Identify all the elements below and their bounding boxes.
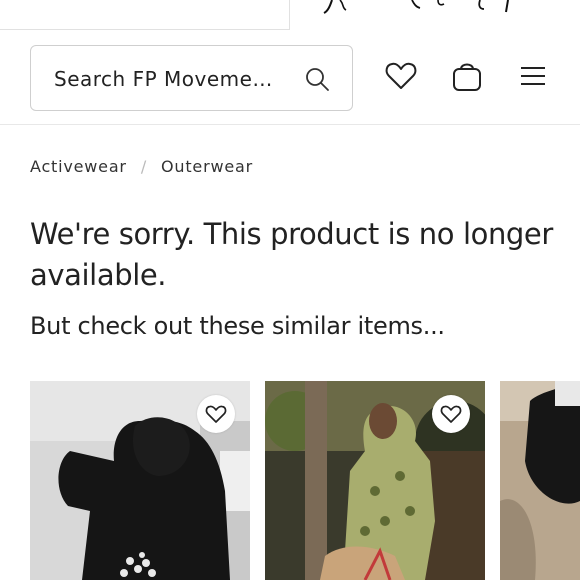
search-placeholder: Search FP Moveme…: [54, 67, 273, 91]
breadcrumb-item-activewear[interactable]: Activewear: [30, 157, 127, 176]
breadcrumb-separator: /: [140, 157, 148, 176]
breadcrumb: Activewear / Outerwear: [30, 157, 253, 176]
brand-logo[interactable]: [320, 0, 560, 14]
wishlist-icon[interactable]: [384, 59, 418, 93]
search-icon[interactable]: [304, 66, 330, 92]
bag-icon[interactable]: [450, 59, 484, 93]
heart-icon: [440, 405, 462, 423]
product-card[interactable]: [500, 381, 580, 580]
search-input[interactable]: Search FP Moveme…: [30, 45, 353, 111]
product-card[interactable]: [30, 381, 250, 580]
top-strip: [0, 0, 580, 30]
unavailable-message: We're sorry. This product is no longer a…: [30, 217, 553, 292]
heart-icon: [205, 405, 227, 423]
breadcrumb-item-outerwear[interactable]: Outerwear: [161, 157, 253, 176]
product-card[interactable]: [265, 381, 485, 580]
add-to-wishlist-button[interactable]: [432, 395, 470, 433]
menu-icon[interactable]: [516, 59, 550, 93]
add-to-wishlist-button[interactable]: [197, 395, 235, 433]
product-image[interactable]: [500, 381, 580, 580]
site-header: Search FP Moveme…: [0, 30, 580, 125]
top-left-panel: [0, 0, 290, 30]
similar-items-heading: But check out these similar items...: [30, 312, 445, 340]
